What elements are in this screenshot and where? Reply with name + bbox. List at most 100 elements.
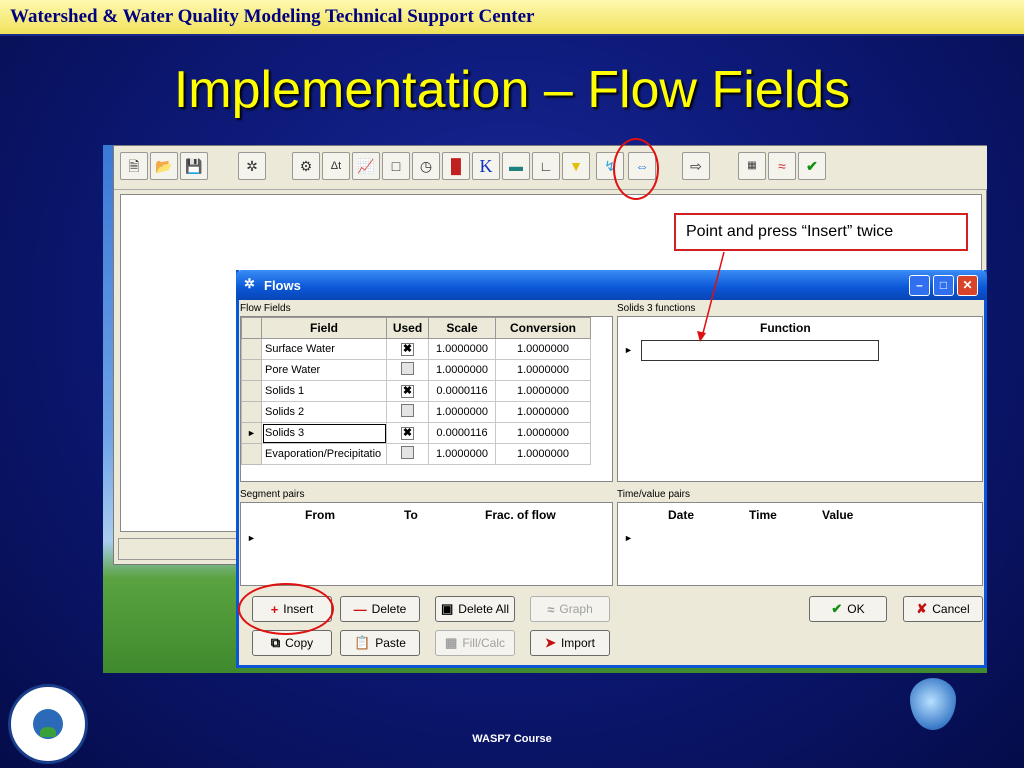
conversion-cell[interactable]: 1.0000000 xyxy=(495,422,591,444)
table-row[interactable]: Surface Water ✖ 1.0000000 1.0000000 xyxy=(241,338,591,360)
conversion-cell[interactable]: 1.0000000 xyxy=(495,338,591,360)
column-header-field[interactable]: Field xyxy=(261,317,387,339)
conversion-cell[interactable]: 1.0000000 xyxy=(495,359,591,381)
used-checkbox[interactable]: ✖ xyxy=(401,384,414,398)
new-file-icon[interactable]: 🗎 xyxy=(120,152,148,180)
field-cell[interactable]: Evaporation/Precipitatio xyxy=(261,443,387,465)
function-input[interactable] xyxy=(641,340,879,361)
column-header-scale[interactable]: Scale xyxy=(428,317,496,339)
ok-label: OK xyxy=(847,602,865,616)
used-cell[interactable] xyxy=(386,359,429,381)
fill-calc-label: Fill/Calc xyxy=(462,636,505,650)
field-cell[interactable]: Solids 2 xyxy=(261,401,387,423)
trash-icon: ▣ xyxy=(441,601,454,616)
main-toolbar: 🗎 📂 💾 ✲ ⚙ Δt 📈 □ ◷ █ K ▬ ∟ ▼ ↯ ⇔ ⇨ ▦ ≈ ✔ xyxy=(114,146,987,190)
used-cell[interactable]: ✖ xyxy=(386,422,429,444)
used-cell[interactable] xyxy=(386,443,429,465)
current-row-indicator: ► xyxy=(624,345,633,355)
row-indicator xyxy=(241,359,262,381)
ok-button[interactable]: ✔ OK xyxy=(809,596,887,622)
fill-calc-button[interactable]: ▦ Fill/Calc xyxy=(435,630,515,656)
used-checkbox[interactable] xyxy=(401,404,414,417)
field-cell[interactable]: Solids 1 xyxy=(261,380,387,402)
table-row[interactable]: Pore Water 1.0000000 1.0000000 xyxy=(241,359,591,381)
delete-button[interactable]: — Delete xyxy=(340,596,420,622)
column-header-to: To xyxy=(404,508,418,522)
table-row[interactable]: Solids 1 ✖ 0.0000116 1.0000000 xyxy=(241,380,591,402)
line-chart-icon[interactable]: 📈 xyxy=(352,152,380,180)
scale-cell[interactable]: 0.0000116 xyxy=(428,422,496,444)
export-icon[interactable]: ⇨ xyxy=(682,152,710,180)
column-header-conversion[interactable]: Conversion xyxy=(495,317,591,339)
flow-fields-grid: Field Used Scale Conversion Surface Wate… xyxy=(240,316,613,482)
delta-t-icon[interactable]: Δt xyxy=(322,152,350,180)
table-row[interactable]: ► Solids 3 ✖ 0.0000116 1.0000000 xyxy=(241,422,591,444)
scale-cell[interactable]: 1.0000000 xyxy=(428,401,496,423)
scale-cell[interactable]: 1.0000000 xyxy=(428,338,496,360)
column-header-time: Time xyxy=(749,508,777,522)
delete-all-button[interactable]: ▣ Delete All xyxy=(435,596,515,622)
open-folder-icon[interactable]: 📂 xyxy=(150,152,178,180)
table-row[interactable]: Evaporation/Precipitatio 1.0000000 1.00000… xyxy=(241,443,591,465)
import-button[interactable]: ➤ Import xyxy=(530,630,610,656)
grid-icon[interactable]: ▦ xyxy=(738,152,766,180)
scale-cell[interactable]: 1.0000000 xyxy=(428,443,496,465)
scale-cell[interactable]: 0.0000116 xyxy=(428,380,496,402)
used-checkbox[interactable] xyxy=(401,362,414,375)
dialog-titlebar[interactable]: ✲ Flows – □ ✕ xyxy=(236,270,987,300)
used-checkbox[interactable] xyxy=(401,446,414,459)
field-cell[interactable]: Pore Water xyxy=(261,359,387,381)
graph-button[interactable]: ≈ Graph xyxy=(530,596,610,622)
segment-pairs-grid[interactable]: From To Frac. of flow ► xyxy=(240,502,613,586)
header-banner: Watershed & Water Quality Modeling Techn… xyxy=(0,0,1024,36)
banner-title: Watershed & Water Quality Modeling Techn… xyxy=(10,6,535,27)
conversion-cell[interactable]: 1.0000000 xyxy=(495,401,591,423)
gears-icon[interactable]: ⚙ xyxy=(292,152,320,180)
cancel-button[interactable]: ✘ Cancel xyxy=(903,596,983,622)
k-constant-icon[interactable]: K xyxy=(472,152,500,180)
field-cell[interactable]: Solids 3 xyxy=(261,422,387,444)
kinetics-icon[interactable]: █ xyxy=(442,152,470,180)
maximize-icon[interactable]: □ xyxy=(933,275,954,296)
delete-label: Delete xyxy=(371,602,407,616)
used-cell[interactable]: ✖ xyxy=(386,338,429,360)
close-icon[interactable]: ✕ xyxy=(957,275,978,296)
cube-icon[interactable]: □ xyxy=(382,152,410,180)
save-icon[interactable]: 💾 xyxy=(180,152,208,180)
used-cell[interactable]: ✖ xyxy=(386,380,429,402)
row-indicator xyxy=(241,401,262,423)
minimize-icon[interactable]: – xyxy=(909,275,930,296)
highlight-circle-insert xyxy=(238,583,334,635)
axis-chart-icon[interactable]: ∟ xyxy=(532,152,560,180)
check-icon[interactable]: ✔ xyxy=(798,152,826,180)
import-icon: ➤ xyxy=(545,635,556,650)
minus-icon: — xyxy=(353,601,367,617)
instruction-callout: Point and press “Insert” twice xyxy=(674,213,968,251)
copy-icon: ⧉ xyxy=(270,635,281,650)
used-checkbox[interactable]: ✖ xyxy=(401,426,414,440)
epa-logo xyxy=(8,684,88,764)
graph-icon[interactable]: ≈ xyxy=(768,152,796,180)
dialog-title: Flows xyxy=(264,278,301,293)
copy-label: Copy xyxy=(285,636,314,650)
slide-title: Implementation – Flow Fields xyxy=(173,61,851,119)
clock-icon[interactable]: ◷ xyxy=(412,152,440,180)
slide-footer: WASP7 Course xyxy=(472,733,552,745)
time-value-pairs-grid[interactable]: Date Time Value ► xyxy=(617,502,983,586)
used-checkbox[interactable]: ✖ xyxy=(401,342,414,356)
field-cell[interactable]: Surface Water xyxy=(261,338,387,360)
flow-fields-label: Flow Fields xyxy=(240,303,291,314)
paste-button[interactable]: 📋 Paste xyxy=(340,630,420,656)
scale-cell[interactable]: 1.0000000 xyxy=(428,359,496,381)
table-row[interactable]: Solids 2 1.0000000 1.0000000 xyxy=(241,401,591,423)
bug-icon[interactable]: ✲ xyxy=(238,152,266,180)
row-indicator xyxy=(241,380,262,402)
highlight-circle-flow-icon xyxy=(613,138,659,200)
load-icon[interactable]: ▼ xyxy=(562,152,590,180)
conversion-cell[interactable]: 1.0000000 xyxy=(495,443,591,465)
conversion-cell[interactable]: 1.0000000 xyxy=(495,380,591,402)
used-cell[interactable] xyxy=(386,401,429,423)
segments-icon[interactable]: ▬ xyxy=(502,152,530,180)
function-header: Function xyxy=(760,321,811,335)
column-header-used[interactable]: Used xyxy=(386,317,429,339)
